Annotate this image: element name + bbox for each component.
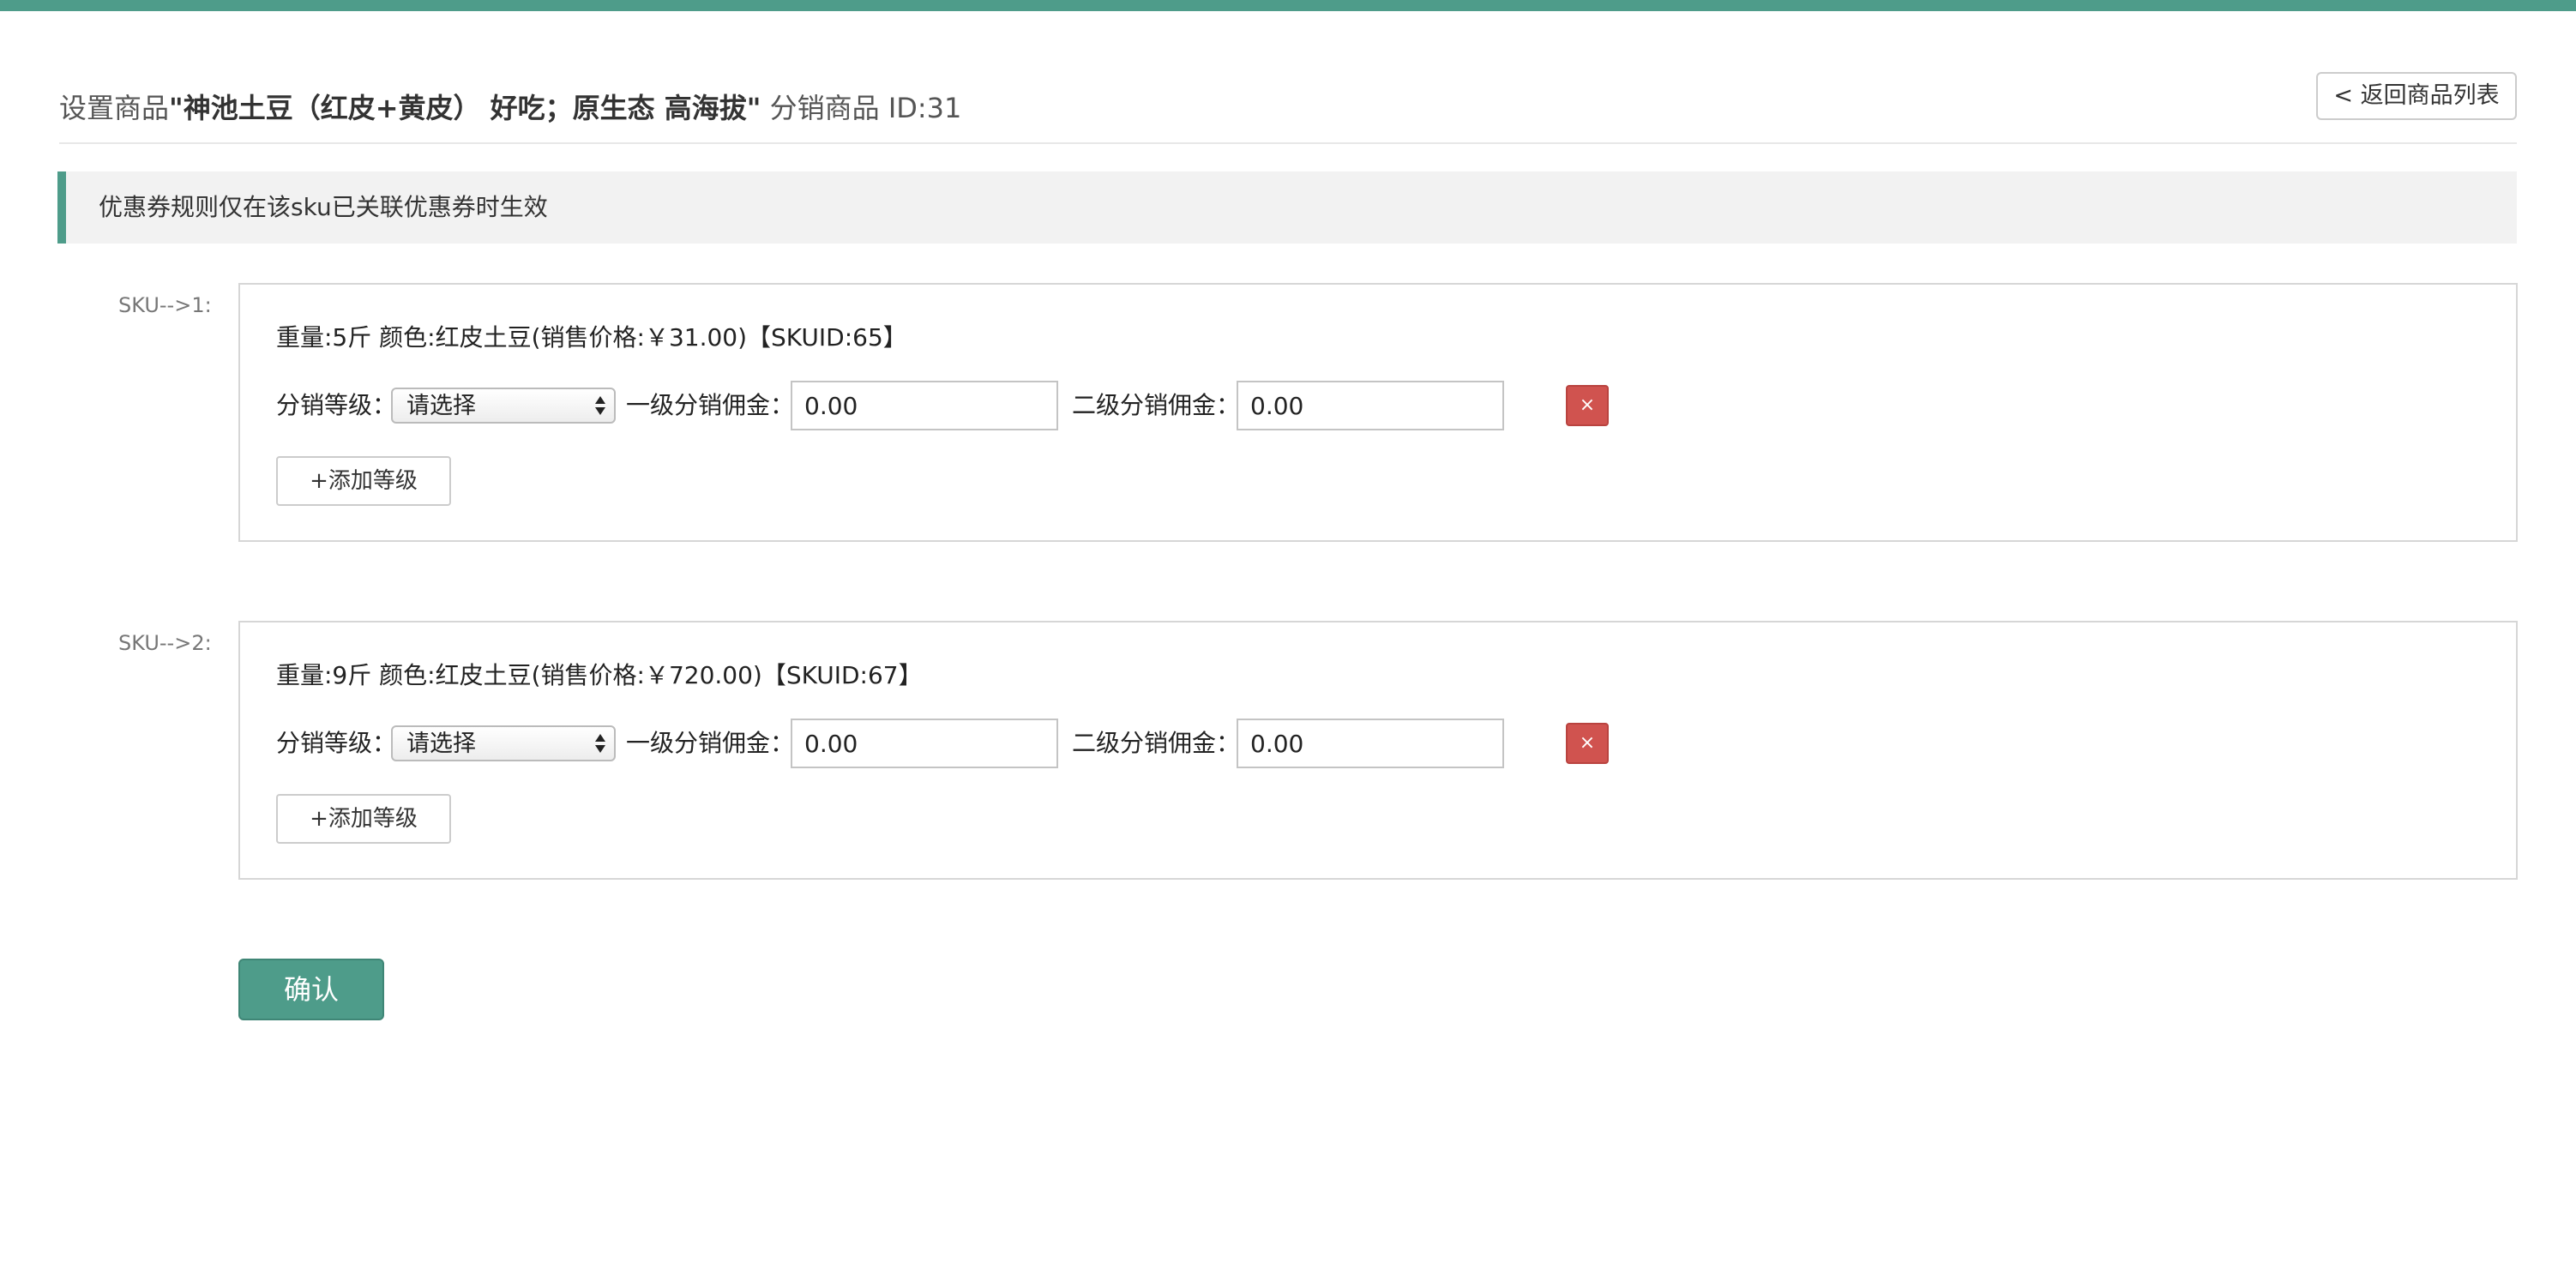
sku-title: 重量:5斤 颜色:红皮土豆(销售价格:￥31.00)【SKUID:65】 [276, 323, 907, 352]
title-suffix: 分销商品 ID:31 [761, 92, 962, 124]
level-select[interactable]: 请选择 [391, 388, 616, 424]
commission1-input[interactable] [791, 719, 1058, 768]
top-accent-bar [0, 0, 2576, 11]
commission1-label: 一级分销佣金： [626, 391, 795, 419]
level-select[interactable]: 请选择 [391, 725, 616, 761]
add-level-button[interactable]: +添加等级 [276, 794, 451, 844]
title-prefix: 设置商品 [59, 92, 170, 124]
commission2-input[interactable] [1237, 381, 1504, 430]
commission2-input[interactable] [1237, 719, 1504, 768]
level-label: 分销等级： [276, 391, 397, 419]
product-name: "神池土豆（红皮+黄皮） 好吃；原生态 高海拔" [169, 92, 761, 124]
page-header: 设置商品"神池土豆（红皮+黄皮） 好吃；原生态 高海拔" 分销商品 ID:31 … [59, 72, 2517, 144]
select-arrows-icon [593, 732, 607, 756]
sku-label: SKU-->1: [118, 293, 212, 317]
distribution-level-row: 分销等级： 请选择 一级分销佣金： 二级分销佣金： × [276, 381, 1648, 430]
sku-title: 重量:9斤 颜色:红皮土豆(销售价格:￥720.00)【SKUID:67】 [276, 661, 923, 689]
select-arrows-icon [593, 394, 607, 418]
delete-level-button[interactable]: × [1566, 385, 1609, 426]
commission1-label: 一级分销佣金： [626, 729, 795, 757]
back-to-product-list-button[interactable]: < 返回商品列表 [2316, 72, 2517, 120]
notice-text: 优惠券规则仅在该sku已关联优惠券时生效 [99, 193, 548, 221]
delete-level-button[interactable]: × [1566, 723, 1609, 764]
add-level-button[interactable]: +添加等级 [276, 456, 451, 506]
level-label: 分销等级： [276, 729, 397, 757]
commission2-label: 二级分销佣金： [1072, 391, 1241, 419]
distribution-level-row: 分销等级： 请选择 一级分销佣金： 二级分销佣金： × [276, 719, 1648, 768]
commission2-label: 二级分销佣金： [1072, 729, 1241, 757]
sku-card: 重量:9斤 颜色:红皮土豆(销售价格:￥720.00)【SKUID:67】 分销… [238, 621, 2518, 880]
confirm-button[interactable]: 确认 [238, 959, 384, 1020]
commission1-input[interactable] [791, 381, 1058, 430]
coupon-notice: 优惠券规则仅在该sku已关联优惠券时生效 [57, 171, 2517, 244]
level-select-value: 请选择 [406, 731, 476, 757]
level-select-value: 请选择 [406, 393, 476, 419]
sku-card: 重量:5斤 颜色:红皮土豆(销售价格:￥31.00)【SKUID:65】 分销等… [238, 283, 2518, 542]
sku-label: SKU-->2: [118, 631, 212, 655]
page-title: 设置商品"神池土豆（红皮+黄皮） 好吃；原生态 高海拔" 分销商品 ID:31 [59, 89, 961, 127]
